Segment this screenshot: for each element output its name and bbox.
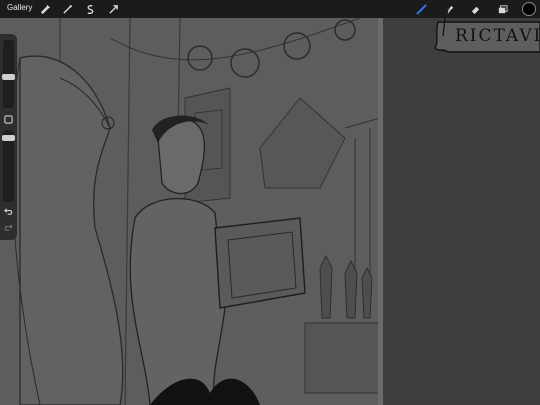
wrench-icon[interactable] (38, 2, 52, 16)
brush-size-slider[interactable] (2, 40, 15, 108)
transform-icon[interactable] (106, 2, 120, 16)
layers-icon[interactable] (495, 2, 509, 16)
line-art-sketch (0, 18, 383, 405)
opacity-thumb[interactable] (2, 135, 15, 141)
brush-icon[interactable] (414, 2, 428, 16)
gallery-button[interactable]: Gallery (7, 3, 32, 12)
eraser-icon[interactable] (468, 2, 482, 16)
top-toolbar: Gallery (0, 0, 540, 18)
modify-button[interactable] (3, 114, 14, 125)
opacity-slider[interactable] (2, 130, 15, 202)
undo-icon[interactable] (3, 206, 14, 217)
color-swatch[interactable] (522, 2, 536, 16)
magic-wand-icon[interactable] (60, 2, 74, 16)
smudge-icon[interactable] (442, 2, 456, 16)
banner-text: RICTAVI (455, 26, 540, 46)
selection-icon[interactable] (83, 2, 97, 16)
workspace-background (383, 18, 540, 405)
brush-size-thumb[interactable] (2, 74, 15, 80)
sidebar (0, 34, 17, 240)
drawing-canvas[interactable] (0, 18, 383, 405)
redo-icon[interactable] (3, 222, 14, 233)
